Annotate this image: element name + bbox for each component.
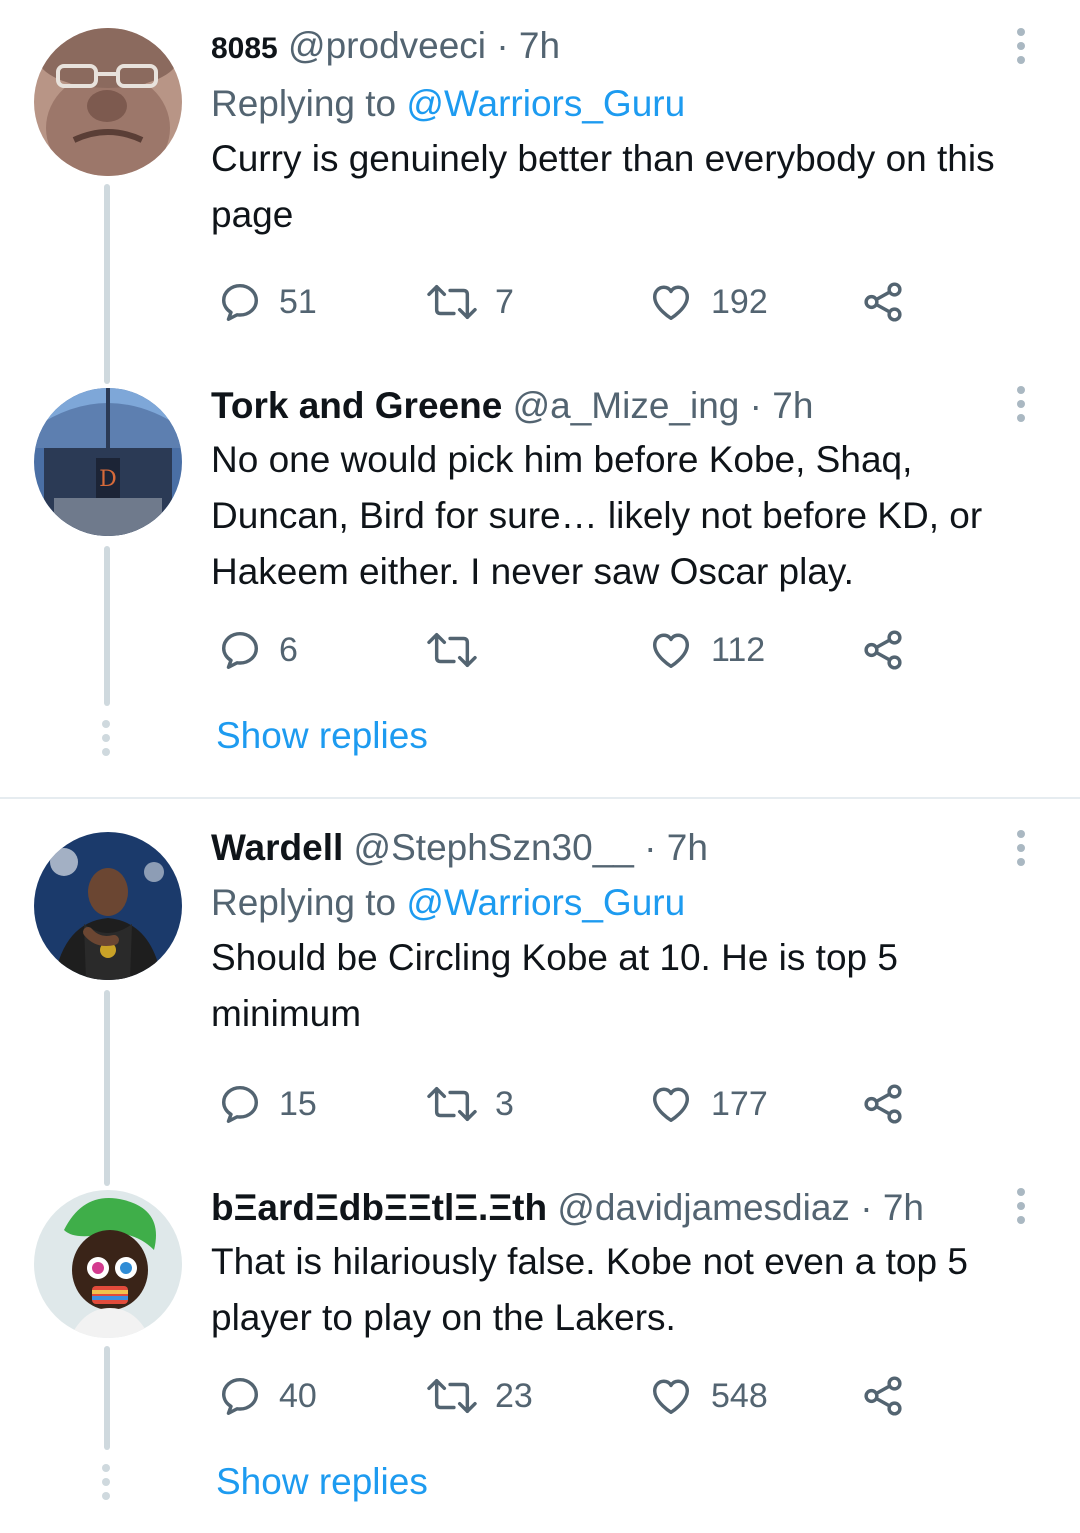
more-icon[interactable] [1006, 1184, 1036, 1228]
thread-line [104, 546, 110, 706]
reply-count: 15 [279, 1084, 317, 1123]
like-icon [652, 1379, 690, 1415]
reply-icon [221, 631, 259, 669]
share-icon [864, 630, 902, 670]
like-count: 112 [711, 630, 766, 669]
tweet-actions: 6 112 [211, 620, 971, 680]
like-icon [652, 1087, 690, 1123]
reply-button[interactable]: 6 [217, 620, 298, 680]
display-name[interactable]: Tork and Greene [211, 385, 502, 426]
reply-count: 6 [279, 630, 298, 669]
like-icon [652, 285, 690, 321]
replying-to-label: Replying to [211, 83, 407, 124]
share-icon [864, 282, 902, 322]
tweet-header: bΞardΞdbΞΞtlΞ.Ξth @davidjamesdiaz · 7h [211, 1186, 1040, 1230]
retweet-icon [427, 284, 477, 320]
avatar-a-mize-ing[interactable]: D [34, 388, 182, 536]
retweet-count: 3 [495, 1084, 514, 1123]
reply-icon [221, 1085, 259, 1123]
like-button[interactable]: 548 [647, 1366, 768, 1426]
separator-dot: · [644, 827, 657, 868]
retweet-count: 23 [495, 1376, 533, 1415]
display-name[interactable]: bΞardΞdbΞΞtlΞ.Ξth [211, 1187, 547, 1228]
mention-link[interactable]: @Warriors_Guru [406, 83, 685, 124]
more-icon[interactable] [1006, 826, 1036, 870]
like-count: 192 [711, 282, 768, 321]
retweet-button[interactable]: 7 [425, 272, 514, 332]
thread-continuation-dots [102, 720, 110, 756]
tweet-time[interactable]: 7h [772, 385, 813, 426]
like-count: 177 [711, 1084, 768, 1123]
like-icon [652, 633, 690, 669]
tweet-header: Wardell @StephSzn30__ · 7h [211, 826, 1040, 870]
reply-button[interactable]: 15 [217, 1074, 317, 1134]
like-button[interactable]: 192 [647, 272, 768, 332]
tweet-actions: 40 23 548 [211, 1366, 971, 1426]
thread-line [104, 1346, 110, 1450]
tweet-time[interactable]: 7h [667, 827, 708, 868]
thread-divider [0, 797, 1080, 799]
retweet-count: 7 [495, 282, 514, 321]
show-replies-link[interactable]: Show replies [216, 1460, 428, 1504]
share-icon [864, 1084, 902, 1124]
thread-continuation-dots [102, 1464, 110, 1500]
tweet-actions: 51 7 192 [211, 272, 971, 332]
replying-to-label: Replying to [211, 882, 407, 923]
retweet-icon [427, 1086, 477, 1122]
avatar-prodveeci[interactable] [34, 28, 182, 176]
separator-dot: · [860, 1187, 873, 1228]
reply-button[interactable]: 40 [217, 1366, 317, 1426]
tweet-text: Should be Circling Kobe at 10. He is top… [211, 937, 898, 1034]
thread-line [104, 990, 110, 1186]
user-handle[interactable]: @prodveeci [288, 25, 486, 66]
replying-to: Replying to @Warriors_Guru [211, 880, 1040, 926]
like-button[interactable]: 177 [647, 1074, 768, 1134]
like-button[interactable]: 112 [647, 620, 765, 680]
retweet-icon [427, 632, 477, 668]
reply-icon [221, 283, 259, 321]
more-icon[interactable] [1006, 382, 1036, 426]
tweet-text: Curry is genuinely better than everybody… [211, 138, 995, 235]
share-button[interactable] [859, 1366, 923, 1426]
reply-button[interactable]: 51 [217, 272, 317, 332]
tweet-text: That is hilariously false. Kobe not even… [211, 1241, 968, 1338]
tweet-time[interactable]: 7h [519, 25, 560, 66]
share-button[interactable] [859, 272, 923, 332]
retweet-button[interactable]: 23 [425, 1366, 533, 1426]
show-replies-link[interactable]: Show replies [216, 714, 428, 758]
tweet-text: No one would pick him before Kobe, Shaq,… [211, 439, 983, 592]
more-icon[interactable] [1006, 24, 1036, 68]
share-button[interactable] [859, 620, 923, 680]
tweet-header: 8085 @prodveeci · 7h [211, 24, 1040, 71]
mention-link[interactable]: @Warriors_Guru [406, 882, 685, 923]
separator-dot: · [496, 25, 509, 66]
share-button[interactable] [859, 1074, 923, 1134]
user-handle[interactable]: @StephSzn30__ [354, 827, 634, 868]
share-icon [864, 1376, 902, 1416]
reply-count: 51 [279, 282, 317, 321]
avatar-stephszn30[interactable] [34, 832, 182, 980]
thread-line [104, 184, 110, 384]
reply-count: 40 [279, 1376, 317, 1415]
svg-text:D: D [99, 467, 117, 492]
user-handle[interactable]: @davidjamesdiaz [557, 1187, 850, 1228]
user-handle[interactable]: @a_Mize_ing [513, 385, 740, 426]
replying-to: Replying to @Warriors_Guru [211, 81, 1040, 127]
retweet-button[interactable]: 3 [425, 1074, 514, 1134]
avatar-davidjamesdiaz[interactable] [34, 1190, 182, 1338]
like-count: 548 [711, 1376, 768, 1415]
tweet-time[interactable]: 7h [883, 1187, 924, 1228]
retweet-button[interactable] [425, 620, 495, 680]
separator-dot: · [749, 385, 762, 426]
display-name[interactable]: Wardell [211, 827, 343, 868]
reply-icon [221, 1377, 259, 1415]
tweet-actions: 15 3 177 [211, 1074, 971, 1134]
retweet-icon [427, 1378, 477, 1414]
display-name[interactable]: 8085 [211, 32, 278, 65]
tweet-header: Tork and Greene @a_Mize_ing · 7h [211, 384, 1040, 428]
